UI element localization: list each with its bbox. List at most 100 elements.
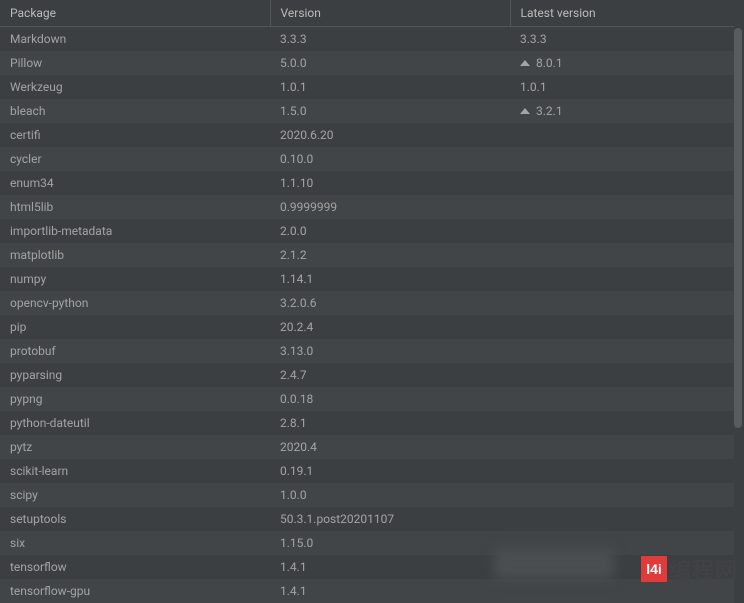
package-version: 2.1.2 (270, 243, 510, 267)
table-row[interactable]: numpy1.14.1 (0, 267, 734, 291)
package-version: 3.3.3 (270, 26, 510, 51)
package-name: Werkzeug (0, 75, 270, 99)
package-name: Markdown (0, 26, 270, 51)
package-version: 1.14.1 (270, 267, 510, 291)
package-latest: 1.0.1 (510, 75, 734, 99)
package-name: scikit-learn (0, 459, 270, 483)
table-row[interactable]: pytz2020.4 (0, 435, 734, 459)
package-latest (510, 243, 734, 267)
package-name: numpy (0, 267, 270, 291)
package-name: scipy (0, 483, 270, 507)
upgrade-available-icon (520, 60, 530, 66)
table-row[interactable]: opencv-python3.2.0.6 (0, 291, 734, 315)
package-latest (510, 267, 734, 291)
package-name: six (0, 531, 270, 555)
table-row[interactable]: bleach1.5.0 3.2.1 (0, 99, 734, 123)
package-name: setuptools (0, 507, 270, 531)
package-latest (510, 291, 734, 315)
table-row[interactable]: setuptools50.3.1.post20201107 (0, 507, 734, 531)
package-name: enum34 (0, 171, 270, 195)
package-version: 1.5.0 (270, 99, 510, 123)
latest-version-text: 8.0.1 (536, 56, 563, 70)
table-row[interactable]: html5lib0.9999999 (0, 195, 734, 219)
package-version: 2.8.1 (270, 411, 510, 435)
package-version: 0.10.0 (270, 147, 510, 171)
table-row[interactable]: tensorflow1.4.1 (0, 555, 734, 579)
package-latest (510, 483, 734, 507)
table-row[interactable]: Werkzeug1.0.11.0.1 (0, 75, 734, 99)
packages-table: Package Version Latest version Markdown3… (0, 0, 734, 603)
vertical-scrollbar[interactable] (734, 28, 742, 583)
package-name: matplotlib (0, 243, 270, 267)
package-version: 2.0.0 (270, 219, 510, 243)
package-name: pyparsing (0, 363, 270, 387)
package-name: pytz (0, 435, 270, 459)
table-row[interactable]: enum341.1.10 (0, 171, 734, 195)
table-row[interactable]: scipy1.0.0 (0, 483, 734, 507)
package-latest (510, 459, 734, 483)
table-row[interactable]: importlib-metadata2.0.0 (0, 219, 734, 243)
package-name: python-dateutil (0, 411, 270, 435)
package-latest (510, 339, 734, 363)
package-name: pypng (0, 387, 270, 411)
latest-version-text: 1.0.1 (520, 80, 547, 94)
package-name: bleach (0, 99, 270, 123)
package-version: 1.0.1 (270, 75, 510, 99)
latest-version-text: 3.3.3 (520, 32, 547, 46)
table-row[interactable]: python-dateutil2.8.1 (0, 411, 734, 435)
package-version: 1.15.0 (270, 531, 510, 555)
package-name: tensorflow (0, 555, 270, 579)
package-version: 20.2.4 (270, 315, 510, 339)
package-latest (510, 411, 734, 435)
package-latest (510, 195, 734, 219)
package-latest (510, 387, 734, 411)
scrollbar-thumb[interactable] (734, 28, 742, 428)
package-version: 1.0.0 (270, 483, 510, 507)
table-row[interactable]: scikit-learn0.19.1 (0, 459, 734, 483)
header-package[interactable]: Package (0, 0, 270, 26)
package-version: 2020.6.20 (270, 123, 510, 147)
table-row[interactable]: matplotlib2.1.2 (0, 243, 734, 267)
latest-version-text: 3.2.1 (536, 104, 563, 118)
header-latest[interactable]: Latest version (510, 0, 734, 26)
package-latest (510, 435, 734, 459)
table-row[interactable]: Markdown3.3.33.3.3 (0, 26, 734, 51)
package-latest (510, 315, 734, 339)
watermark-logo: l4i (641, 556, 667, 582)
package-version: 1.4.1 (270, 555, 510, 579)
package-version: 2.4.7 (270, 363, 510, 387)
watermark-blur (494, 549, 614, 579)
package-latest (510, 147, 734, 171)
package-latest: 3.3.3 (510, 26, 734, 51)
package-version: 3.13.0 (270, 339, 510, 363)
table-header-row: Package Version Latest version (0, 0, 734, 26)
package-version: 2020.4 (270, 435, 510, 459)
table-row[interactable]: Pillow5.0.08.0.1 (0, 51, 734, 75)
package-name: certifi (0, 123, 270, 147)
package-latest: 8.0.1 (510, 51, 734, 75)
table-row[interactable]: protobuf3.13.0 (0, 339, 734, 363)
package-latest: 3.2.1 (510, 99, 734, 123)
upgrade-available-icon (520, 108, 530, 114)
package-latest (510, 363, 734, 387)
package-latest (510, 507, 734, 531)
watermark-text: 编程网 (669, 553, 738, 585)
package-latest (510, 123, 734, 147)
package-name: cycler (0, 147, 270, 171)
package-name: pip (0, 315, 270, 339)
table-row[interactable]: cycler0.10.0 (0, 147, 734, 171)
table-row[interactable]: certifi2020.6.20 (0, 123, 734, 147)
table-row[interactable]: pypng0.0.18 (0, 387, 734, 411)
package-version: 0.0.18 (270, 387, 510, 411)
package-version: 0.19.1 (270, 459, 510, 483)
package-latest (510, 171, 734, 195)
package-name: html5lib (0, 195, 270, 219)
header-version[interactable]: Version (270, 0, 510, 26)
package-version: 1.1.10 (270, 171, 510, 195)
package-name: opencv-python (0, 291, 270, 315)
table-row[interactable]: six1.15.0 (0, 531, 734, 555)
watermark: l4i 编程网 (641, 553, 738, 585)
table-row[interactable]: pip20.2.4 (0, 315, 734, 339)
table-row[interactable]: pyparsing2.4.7 (0, 363, 734, 387)
package-version: 3.2.0.6 (270, 291, 510, 315)
